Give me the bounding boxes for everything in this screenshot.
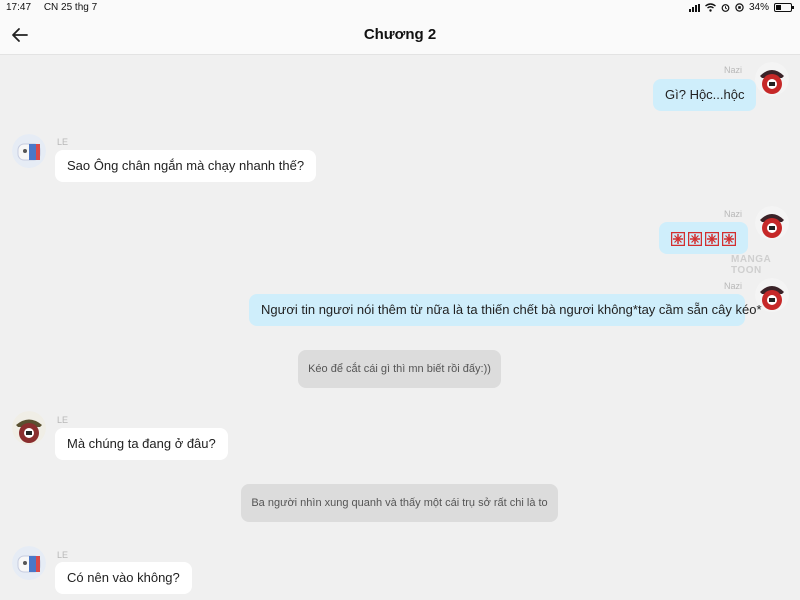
avatar[interactable] (12, 134, 46, 168)
avatar[interactable] (12, 546, 46, 580)
sender-name: LE (57, 137, 69, 147)
anger-symbol-icon (671, 231, 685, 246)
avatar-le-icon (12, 411, 46, 445)
watermark: MANGA TOON (731, 254, 771, 276)
avatar[interactable] (755, 62, 789, 96)
avatar-le-icon (12, 134, 46, 168)
message-bubble[interactable]: Sao Ông chân ngắn mà chạy nhanh thế? (55, 150, 317, 182)
avatar-le-icon (12, 546, 46, 580)
message-bubble[interactable]: Ngươi tin ngươi nói thêm từ nữa là ta th… (249, 294, 762, 326)
battery-icon (774, 3, 794, 12)
avatar[interactable] (12, 411, 46, 445)
sender-name: Nazi (724, 209, 743, 219)
message-bubble[interactable]: Mà chúng ta đang ở đâu? (55, 428, 228, 460)
sender-name: LE (57, 550, 69, 560)
sender-name: Nazi (724, 281, 743, 291)
status-bar: 17:47 CN 25 thg 7 34% (0, 0, 800, 16)
signal-icon (688, 3, 700, 12)
anger-symbol-icon (722, 231, 736, 246)
avatar-nazi-icon (755, 62, 789, 96)
orientation-lock-icon (735, 3, 744, 12)
battery-percent: 34% (748, 2, 769, 13)
anger-symbol-icon (688, 231, 702, 246)
chapter-header: Chương 2 (0, 16, 800, 55)
status-date: CN 25 thg 7 (43, 2, 98, 13)
sender-name: LE (57, 415, 69, 425)
anger-symbol-icon (705, 231, 719, 246)
status-time: 17:47 (6, 2, 32, 13)
alarm-icon (721, 4, 730, 12)
message-bubble[interactable] (659, 222, 748, 254)
narration-box: Kéo để cắt cái gì thì mn biết rồi đấy:)) (298, 350, 501, 388)
avatar-nazi-icon (755, 206, 789, 240)
emoji-row (671, 231, 736, 246)
wifi-icon (705, 3, 716, 12)
page-title: Chương 2 (363, 26, 437, 43)
message-bubble[interactable]: Gì? Hộc...hộc (653, 79, 757, 111)
sender-name: Nazi (724, 65, 743, 75)
message-bubble[interactable]: Có nên vào không? (55, 562, 192, 594)
avatar[interactable] (755, 206, 789, 240)
narration-box: Ba người nhìn xung quanh và thấy một cái… (241, 484, 558, 522)
